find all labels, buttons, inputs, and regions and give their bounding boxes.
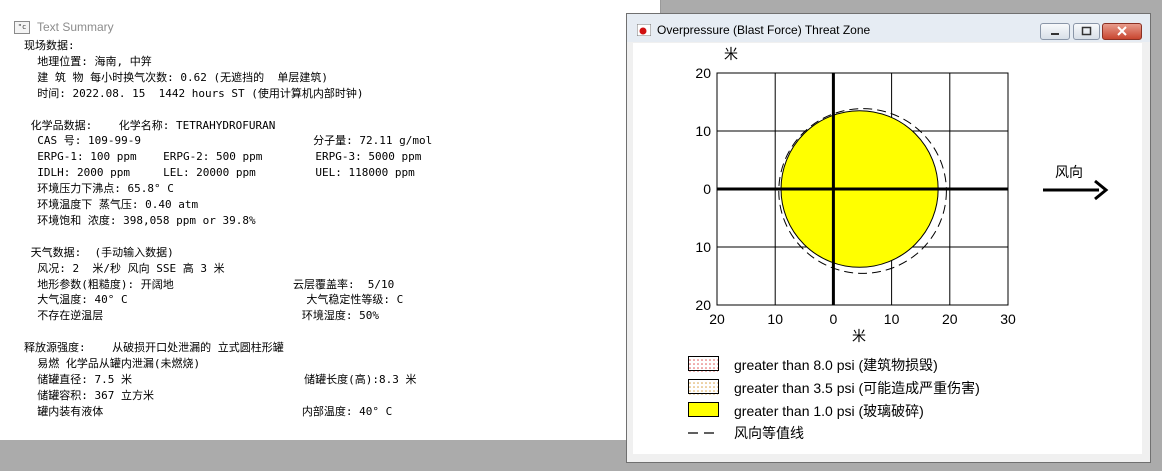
y-tick-label: 20: [695, 65, 711, 81]
x-tick-label: 10: [767, 311, 783, 327]
summary-line: 储罐直径: 7.5 米 储罐长度(高):8.3 米: [24, 372, 417, 386]
wind-direction-label: 风向: [1055, 164, 1083, 180]
close-icon: [1117, 26, 1127, 36]
x-axis-label: 米: [852, 328, 866, 344]
legend-label-wind-contour: 风向等值线: [734, 425, 804, 441]
legend-dash-line-icon: [688, 432, 720, 434]
summary-line: 罐内装有液体 内部温度: 40° C: [24, 404, 393, 418]
text-summary-window: "c Text Summary 现场数据: 地理位置: 海南, 中笄 建 筑 物…: [0, 0, 661, 440]
summary-text-body: 现场数据: 地理位置: 海南, 中笄 建 筑 物 每小时换气次数: 0.62 (…: [0, 38, 630, 438]
threat-zone-title-bar[interactable]: Overpressure (Blast Force) Threat Zone: [627, 14, 1150, 42]
summary-line: 建 筑 物 每小时换气次数: 0.62 (无遮挡的 单层建筑): [24, 70, 328, 84]
minimize-button[interactable]: [1040, 23, 1070, 40]
summary-line: 时间: 2022.08. 15 1442 hours ST (使用计算机内部时钟…: [24, 86, 364, 100]
maximize-button[interactable]: [1073, 23, 1100, 40]
summary-line: 天气数据: (手动输入数据): [24, 245, 174, 259]
legend-swatch-3-5psi: [688, 379, 719, 395]
x-tick-label: 10: [884, 311, 900, 327]
x-tick-label: 30: [1000, 311, 1016, 327]
summary-line: ERPG-1: 100 ppm ERPG-2: 500 ppm ERPG-3: …: [24, 150, 422, 164]
summary-line: 化学品数据: 化学名称: TETRAHYDROFURAN: [24, 118, 276, 132]
summary-line: 释放源强度: 从破损开口处泄漏的 立式圆柱形罐: [24, 341, 284, 355]
legend-swatch-8psi: [688, 356, 719, 372]
threat-zone-plot-area: 20 10 0 10 20 30 20 10 0 10 20 米米 风向 greater than 8…: [633, 43, 1142, 454]
maximize-icon: [1081, 26, 1092, 36]
legend-label-3-5psi: greater than 3.5 psi (可能造成严重伤害): [734, 380, 980, 396]
x-tick-label: 0: [830, 311, 838, 327]
threat-zone-window: Overpressure (Blast Force) Threat Zone 2…: [626, 13, 1151, 463]
aloha-app-icon: [637, 24, 651, 36]
wind-direction-arrow: [1043, 179, 1109, 201]
close-button[interactable]: [1102, 23, 1142, 40]
legend-label-1psi: greater than 1.0 psi (玻璃破碎): [734, 403, 924, 419]
summary-line: 现场数据:: [24, 39, 75, 52]
y-tick-label: 10: [695, 239, 711, 255]
y-axis-label: 米: [724, 46, 738, 62]
y-tick-label: 0: [703, 181, 711, 197]
summary-line: 地理位置: 海南, 中笄: [24, 54, 152, 68]
y-tick-label: 10: [695, 123, 711, 139]
x-tick-label: 20: [942, 311, 958, 327]
threat-zone-window-title: Overpressure (Blast Force) Threat Zone: [657, 23, 871, 37]
summary-line: 大气温度: 40° C 大气稳定性等级: C: [24, 293, 404, 307]
summary-line: 环境饱和 浓度: 398,058 ppm or 39.8%: [24, 213, 256, 227]
summary-line: 地形参数(粗糙度): 开阔地 云层覆盖率: 5/10: [24, 277, 395, 291]
summary-line: 环境温度下 蒸气压: 0.40 atm: [24, 198, 199, 211]
y-tick-label: 20: [695, 297, 711, 313]
minimize-icon: [1051, 33, 1059, 35]
summary-title-bar[interactable]: "c Text Summary: [0, 17, 630, 39]
summary-line: 环境压力下沸点: 65.8° C: [24, 182, 174, 196]
summary-line: 风况: 2 米/秒 风向 SSE 高 3 米: [24, 261, 225, 275]
summary-line: 易燃 化学品从罐内泄漏(未燃烧): [24, 357, 201, 370]
summary-line: IDLH: 2000 ppm LEL: 20000 ppm UEL: 11800…: [24, 166, 415, 180]
summary-line: 不存在逆温层 环境湿度: 50%: [24, 309, 380, 323]
summary-line: CAS 号: 109-99-9 分子量: 72.11 g/mol: [24, 134, 433, 148]
doc-window-icon: "c: [14, 21, 30, 34]
summary-window-title: Text Summary: [37, 20, 114, 34]
legend-swatch-1psi: [688, 402, 719, 417]
summary-line: 储罐容积: 367 立方米: [24, 388, 154, 402]
x-tick-label: 20: [709, 311, 725, 327]
legend-label-8psi: greater than 8.0 psi (建筑物损毁): [734, 357, 938, 373]
